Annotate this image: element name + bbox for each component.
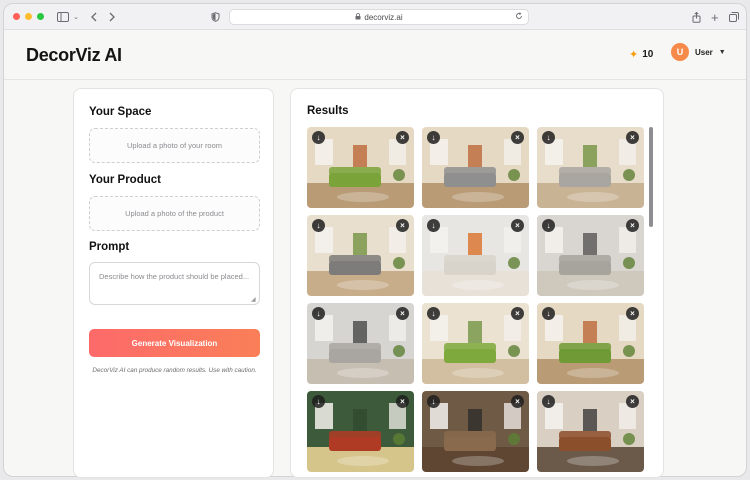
- browser-toolbar: ⌄ decorviz.ai +: [4, 4, 746, 30]
- remove-icon[interactable]: ×: [511, 307, 524, 320]
- brand-logo-text[interactable]: DecorViz AI: [26, 45, 122, 66]
- download-icon[interactable]: ↓: [542, 395, 555, 408]
- result-image-fireplace-room-gray-sofa[interactable]: ↓ ×: [422, 127, 529, 208]
- result-image-gray-room-window-sofa[interactable]: ↓ ×: [307, 303, 414, 384]
- result-image-brown-leather-sofa-room[interactable]: ↓ ×: [537, 391, 644, 472]
- credits-counter[interactable]: ✦ 10: [629, 48, 653, 61]
- download-icon[interactable]: ↓: [312, 307, 325, 320]
- sidebar-menu-chevron-icon[interactable]: ⌄: [73, 10, 79, 24]
- caret-down-icon: ▼: [718, 48, 726, 56]
- result-image-green-room-patterned-rug[interactable]: ↓ ×: [307, 391, 414, 472]
- app-header: DecorViz AI ✦ 10 U User ▼: [4, 30, 746, 80]
- result-image-gray-room-sectional[interactable]: ↓ ×: [537, 215, 644, 296]
- prompt-title: Prompt: [89, 241, 130, 253]
- remove-icon[interactable]: ×: [396, 131, 409, 144]
- download-icon[interactable]: ↓: [427, 131, 440, 144]
- maximize-window-button[interactable]: [37, 13, 44, 20]
- your-product-title: Your Product: [89, 174, 161, 186]
- share-icon[interactable]: [692, 10, 701, 24]
- url-text: decorviz.ai: [364, 12, 403, 22]
- results-title: Results: [307, 105, 349, 117]
- remove-icon[interactable]: ×: [511, 219, 524, 232]
- prompt-input[interactable]: [89, 262, 260, 305]
- user-menu[interactable]: U User ▼: [671, 43, 726, 61]
- remove-icon[interactable]: ×: [396, 395, 409, 408]
- download-icon[interactable]: ↓: [312, 395, 325, 408]
- remove-icon[interactable]: ×: [511, 131, 524, 144]
- remove-icon[interactable]: ×: [396, 219, 409, 232]
- address-bar[interactable]: decorviz.ai: [229, 9, 529, 25]
- forward-arrow-icon[interactable]: [108, 10, 116, 24]
- download-icon[interactable]: ↓: [427, 219, 440, 232]
- remove-icon[interactable]: ×: [626, 307, 639, 320]
- input-panel: Your Space Upload a photo of your room Y…: [73, 88, 274, 478]
- privacy-shield-icon[interactable]: [211, 10, 220, 24]
- back-arrow-icon[interactable]: [90, 10, 98, 24]
- tab-overview-icon[interactable]: [729, 10, 739, 24]
- remove-icon[interactable]: ×: [626, 131, 639, 144]
- remove-icon[interactable]: ×: [396, 307, 409, 320]
- product-photo-upload[interactable]: Upload a photo of the product: [89, 196, 260, 231]
- remove-icon[interactable]: ×: [626, 219, 639, 232]
- new-tab-plus-icon[interactable]: +: [711, 10, 719, 25]
- disclaimer-text: DecorViz AI can produce random results. …: [92, 367, 257, 374]
- download-icon[interactable]: ↓: [312, 131, 325, 144]
- results-panel: Results ↓ × ↓ × ↓ × ↓ × ↓ × ↓ × ↓ × ↓ × ↓ × ↓ × ↓ × ↓ ×: [290, 88, 664, 478]
- download-icon[interactable]: ↓: [427, 395, 440, 408]
- reload-icon[interactable]: [515, 12, 523, 22]
- download-icon[interactable]: ↓: [542, 219, 555, 232]
- your-space-title: Your Space: [89, 106, 152, 118]
- product-upload-label: Upload a photo of the product: [125, 209, 224, 218]
- remove-icon[interactable]: ×: [511, 395, 524, 408]
- result-image-dark-living-room[interactable]: ↓ ×: [422, 391, 529, 472]
- result-image-beige-room-green-sofa[interactable]: ↓ ×: [422, 303, 529, 384]
- download-icon[interactable]: ↓: [427, 307, 440, 320]
- result-image-beige-room-gray-sectional[interactable]: ↓ ×: [537, 127, 644, 208]
- lock-icon: [355, 12, 361, 22]
- generate-visualization-button[interactable]: Generate Visualization: [89, 329, 260, 357]
- room-photo-upload[interactable]: Upload a photo of your room: [89, 128, 260, 163]
- room-upload-label: Upload a photo of your room: [126, 141, 223, 150]
- credits-count: 10: [642, 49, 654, 60]
- window-controls: [13, 13, 44, 20]
- sparkle-icon: ✦: [629, 49, 639, 61]
- results-scrollbar[interactable]: [649, 127, 653, 227]
- minimize-window-button[interactable]: [25, 13, 32, 20]
- result-image-fireplace-room-green-sofa[interactable]: ↓ ×: [307, 127, 414, 208]
- avatar: U: [671, 43, 689, 61]
- download-icon[interactable]: ↓: [312, 219, 325, 232]
- download-icon[interactable]: ↓: [542, 307, 555, 320]
- user-name: User: [695, 47, 713, 57]
- remove-icon[interactable]: ×: [626, 395, 639, 408]
- close-window-button[interactable]: [13, 13, 20, 20]
- result-image-beige-room-tufted-sofa[interactable]: ↓ ×: [307, 215, 414, 296]
- result-image-fireplace-room-green-sofa-2[interactable]: ↓ ×: [537, 303, 644, 384]
- sidebar-toggle-icon[interactable]: [57, 10, 69, 24]
- result-image-white-room-fireplace-art[interactable]: ↓ ×: [422, 215, 529, 296]
- download-icon[interactable]: ↓: [542, 131, 555, 144]
